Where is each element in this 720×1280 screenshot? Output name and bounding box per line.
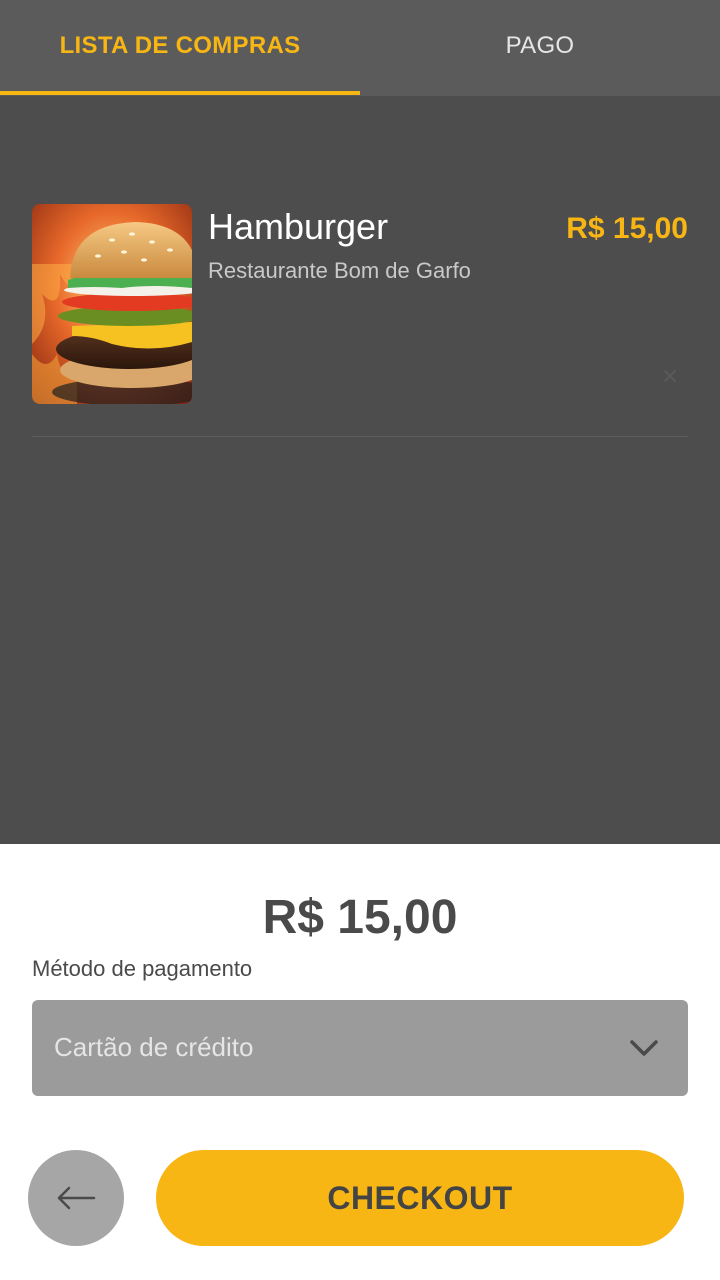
cart-screen: LISTA DE COMPRAS PAGO Hamburger Restaura… [0, 0, 720, 1280]
checkout-button[interactable]: CHECKOUT [156, 1150, 684, 1246]
hamburger-photo [32, 204, 192, 404]
tab-lista-de-compras[interactable]: LISTA DE COMPRAS [0, 0, 360, 96]
payment-method-value: Cartão de crédito [54, 1032, 254, 1062]
close-icon[interactable] [658, 364, 682, 388]
item-name: Hamburger [208, 206, 389, 247]
back-button[interactable] [28, 1150, 124, 1246]
tab-bar: LISTA DE COMPRAS PAGO [0, 0, 720, 96]
payment-method-select[interactable]: Cartão de crédito [32, 1000, 688, 1096]
chevron-down-icon [628, 1036, 660, 1060]
payment-method-label: Método de pagamento [32, 956, 253, 981]
item-price: R$ 15,00 [566, 212, 688, 245]
tab-active-indicator [0, 91, 360, 95]
tab-pago[interactable]: PAGO [360, 0, 720, 96]
list-divider [32, 436, 688, 437]
item-restaurant: Restaurante Bom de Garfo [208, 258, 471, 283]
arrow-left-icon [57, 1186, 96, 1210]
tab-lista-label: LISTA DE COMPRAS [59, 32, 301, 59]
tab-pago-label: PAGO [505, 32, 575, 59]
checkout-label: CHECKOUT [327, 1179, 513, 1216]
order-total: R$ 15,00 [262, 891, 458, 944]
